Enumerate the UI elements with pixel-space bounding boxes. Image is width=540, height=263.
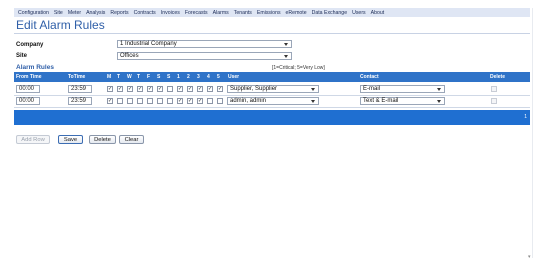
- day-checkbox-wed[interactable]: [127, 86, 133, 92]
- day-checkbox-sun[interactable]: [167, 98, 173, 104]
- day-checkbox-thu[interactable]: [137, 98, 143, 104]
- alarm-rules-section-title: Alarm Rules: [16, 64, 54, 71]
- chevron-down-icon: [311, 100, 315, 103]
- menu-item-data-exchange[interactable]: Data Exchange: [312, 10, 347, 16]
- menu-item-users[interactable]: Users: [352, 10, 366, 16]
- day-checkbox-tue[interactable]: [117, 98, 123, 104]
- to-time-input[interactable]: 23:59: [68, 97, 92, 105]
- top-menu-bar: Configuration Site Meter Analysis Reports Con…: [14, 8, 530, 17]
- col-user: User: [228, 74, 240, 80]
- col-day-wed: W: [127, 74, 132, 80]
- contact-select[interactable]: E-mail: [360, 85, 445, 93]
- add-row-button[interactable]: Add Row: [16, 135, 50, 144]
- menu-item-meter[interactable]: Meter: [68, 10, 81, 16]
- page-edge: [532, 8, 533, 258]
- priority-checkbox-1[interactable]: [177, 86, 183, 92]
- user-select[interactable]: admin, admin: [227, 97, 319, 105]
- chevron-down-icon: [437, 88, 441, 91]
- chevron-down-icon: [437, 100, 441, 103]
- menu-item-analysis[interactable]: Analysis: [86, 10, 105, 16]
- chevron-down-icon: [311, 88, 315, 91]
- priority-checkbox-5[interactable]: [217, 86, 223, 92]
- from-time-input[interactable]: 00:00: [16, 97, 40, 105]
- day-checkbox-fri[interactable]: [147, 86, 153, 92]
- menu-item-tenants[interactable]: Tenants: [234, 10, 252, 16]
- day-checkbox-tue[interactable]: [117, 86, 123, 92]
- col-contact: Contact: [360, 74, 379, 80]
- col-delete: Delete: [490, 74, 506, 80]
- day-checkbox-sun[interactable]: [167, 86, 173, 92]
- user-select[interactable]: Supplier, Supplier: [227, 85, 319, 93]
- priority-checkbox-2[interactable]: [187, 98, 193, 104]
- company-select[interactable]: 1 Industrial Company: [117, 40, 292, 48]
- col-day-sat: S: [157, 74, 161, 80]
- table-row: 00:00 23:59 Supplier, Supplier E-mail: [14, 84, 530, 96]
- menu-item-reports[interactable]: Reports: [110, 10, 128, 16]
- chevron-down-icon: [284, 55, 288, 58]
- company-label: Company: [16, 42, 44, 48]
- col-priority-4: 4: [207, 74, 210, 80]
- day-checkbox-mon[interactable]: [107, 86, 113, 92]
- priority-checkbox-5[interactable]: [217, 98, 223, 104]
- priority-legend-note: [1=Critical; 5=Very Low]: [272, 65, 325, 71]
- menu-item-invoices[interactable]: Invoices: [161, 10, 180, 16]
- site-select-value: Offices: [120, 53, 139, 59]
- priority-checkbox-3[interactable]: [197, 86, 203, 92]
- table-footer-bar: 1: [14, 110, 530, 125]
- day-checkbox-sat[interactable]: [157, 86, 163, 92]
- menu-item-site[interactable]: Site: [54, 10, 63, 16]
- menu-item-emissions[interactable]: Emissions: [257, 10, 281, 16]
- title-divider: [14, 33, 530, 34]
- from-time-input[interactable]: 00:00: [16, 85, 40, 93]
- col-priority-2: 2: [187, 74, 190, 80]
- day-checkbox-mon[interactable]: [107, 98, 113, 104]
- col-to-time: ToTime: [68, 74, 86, 80]
- user-select-value: Supplier, Supplier: [230, 86, 278, 92]
- day-checkbox-fri[interactable]: [147, 98, 153, 104]
- priority-checkbox-4[interactable]: [207, 98, 213, 104]
- menu-item-configuration[interactable]: Configuration: [18, 10, 49, 16]
- delete-row-checkbox[interactable]: [491, 86, 497, 92]
- day-checkbox-sat[interactable]: [157, 98, 163, 104]
- table-row: 00:00 23:59 admin, admin Text & E-mail: [14, 96, 530, 108]
- col-day-mon: M: [107, 74, 112, 80]
- col-day-fri: F: [147, 74, 151, 80]
- menu-item-forecasts[interactable]: Forecasts: [185, 10, 208, 16]
- col-priority-1: 1: [177, 74, 180, 80]
- scroll-down-icon[interactable]: ▾: [528, 254, 531, 260]
- menu-item-contracts[interactable]: Contracts: [134, 10, 156, 16]
- col-priority-5: 5: [217, 74, 220, 80]
- clear-button[interactable]: Clear: [119, 135, 144, 144]
- company-select-value: 1 Industrial Company: [120, 41, 177, 47]
- user-select-value: admin, admin: [230, 98, 267, 104]
- col-day-thu: T: [137, 74, 141, 80]
- page-title: Edit Alarm Rules: [16, 18, 105, 32]
- col-day-tue: T: [117, 74, 121, 80]
- page-indicator: 1: [524, 114, 527, 120]
- contact-select-value: E-mail: [363, 86, 381, 92]
- alarm-rules-table-header: From Time ToTime M T W T F S S 1 2 3 4 5…: [14, 72, 530, 82]
- contact-select[interactable]: Text & E-mail: [360, 97, 445, 105]
- priority-checkbox-1[interactable]: [177, 98, 183, 104]
- col-from-time: From Time: [16, 74, 42, 80]
- save-button[interactable]: Save: [58, 135, 83, 144]
- priority-checkbox-3[interactable]: [197, 98, 203, 104]
- menu-item-about[interactable]: About: [371, 10, 385, 16]
- menu-item-eremote[interactable]: eRemote: [286, 10, 307, 16]
- chevron-down-icon: [284, 43, 288, 46]
- to-time-input[interactable]: 23:59: [68, 85, 92, 93]
- day-checkbox-wed[interactable]: [127, 98, 133, 104]
- delete-row-checkbox[interactable]: [491, 98, 497, 104]
- priority-checkbox-2[interactable]: [187, 86, 193, 92]
- col-priority-3: 3: [197, 74, 200, 80]
- day-checkbox-thu[interactable]: [137, 86, 143, 92]
- menu-item-alarms[interactable]: Alarms: [213, 10, 229, 16]
- priority-checkbox-4[interactable]: [207, 86, 213, 92]
- site-label: Site: [16, 53, 28, 59]
- contact-select-value: Text & E-mail: [363, 98, 399, 104]
- site-select[interactable]: Offices: [117, 52, 292, 60]
- delete-button[interactable]: Delete: [89, 135, 116, 144]
- col-day-sun: S: [167, 74, 171, 80]
